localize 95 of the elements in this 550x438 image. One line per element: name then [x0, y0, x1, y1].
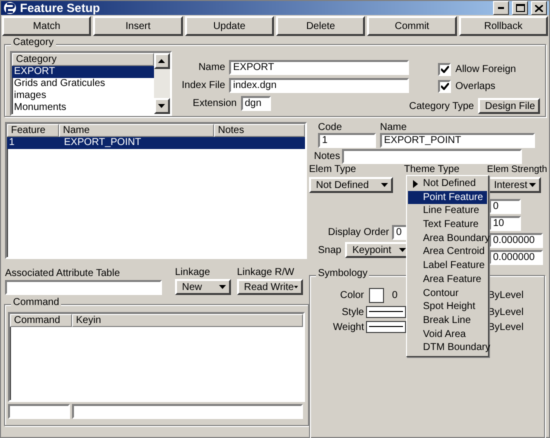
column-header: Keyin — [72, 314, 303, 327]
column-header: Category — [12, 53, 154, 66]
down-arrow-icon — [219, 285, 226, 289]
category-type-dropdown[interactable]: Design File — [478, 98, 540, 114]
field-label: Index File — [182, 80, 226, 91]
field-label: Snap — [318, 244, 342, 256]
line-style-icon — [369, 311, 403, 313]
field-label: Name — [380, 122, 408, 133]
list-item[interactable]: Monuments — [12, 102, 154, 114]
field-label: Display Order — [328, 227, 390, 238]
checkbox-label: Allow Foreign — [455, 64, 516, 75]
down-arrow-icon — [381, 183, 388, 187]
window-title: Feature Setup — [20, 1, 102, 15]
name-field[interactable]: EXPORT — [229, 60, 410, 75]
value-field[interactable]: 0.000000 — [489, 250, 543, 265]
field-label: Category Type — [409, 100, 474, 112]
index-file-field[interactable]: index.dgn — [229, 78, 410, 93]
field-label: Associated Attribute Table — [5, 268, 121, 279]
menu-item[interactable]: Area Feature — [408, 272, 487, 286]
column-header: Feature — [7, 124, 59, 137]
linkage-dropdown[interactable]: New — [175, 279, 231, 295]
color-value: 0 — [392, 290, 398, 301]
down-arrow-icon — [294, 285, 298, 289]
minimize-icon — [498, 7, 504, 9]
field-label: Linkage — [175, 267, 212, 278]
value-field[interactable]: 0.000000 — [489, 233, 543, 248]
field-label: Name — [198, 62, 226, 73]
notes-field[interactable] — [342, 149, 522, 164]
field-label: Extension — [192, 98, 237, 109]
checkbox[interactable] — [438, 63, 452, 76]
checkmark-icon — [440, 66, 449, 73]
table-row[interactable]: 1 EXPORT_POINT — [7, 137, 305, 149]
checkbox-label: Overlaps — [455, 81, 496, 92]
field-label: Color — [339, 290, 364, 301]
menu-item[interactable]: Contour — [408, 286, 487, 300]
menu-item[interactable]: Void Area — [408, 328, 487, 342]
list-item[interactable]: images — [12, 90, 154, 102]
value-field[interactable]: 0 — [489, 199, 521, 214]
menu-item[interactable]: Line Feature — [408, 204, 487, 218]
toolbar-button[interactable]: Insert — [93, 16, 183, 36]
field-label: Elem Strength — [487, 164, 547, 175]
group-label: Symbology — [316, 268, 370, 279]
feature-name-field[interactable]: EXPORT_POINT — [380, 133, 535, 148]
field-label: Style — [340, 306, 364, 318]
group-label: Command — [11, 297, 62, 308]
table-cell-text: EXPORT_POINT — [63, 137, 142, 149]
command-field[interactable] — [8, 404, 70, 419]
menu-item[interactable]: Not Defined — [408, 177, 487, 191]
style-field[interactable] — [366, 306, 406, 318]
maximize-button[interactable] — [512, 1, 528, 15]
field-label: Weight — [332, 322, 364, 332]
minimize-button[interactable] — [493, 1, 509, 15]
linkage-rw-dropdown[interactable]: Read Write — [237, 279, 303, 295]
group-label: Category — [11, 37, 56, 48]
value-field[interactable]: 10 — [489, 216, 521, 231]
menu-item[interactable]: Spot Height — [408, 300, 487, 314]
weight-field[interactable] — [366, 321, 406, 333]
field-label: Linkage R/W — [237, 267, 296, 278]
elem-strength-dropdown[interactable]: Interest — [487, 177, 541, 193]
table-cell-text: 1 — [8, 137, 16, 149]
down-arrow-icon — [158, 104, 166, 108]
toolbar-button[interactable]: Update — [184, 16, 274, 36]
menu-item[interactable]: Break Line — [408, 314, 487, 328]
app-logo-icon — [3, 1, 17, 15]
toolbar-button[interactable]: Match — [2, 16, 92, 36]
toolbar-button[interactable]: Rollback — [458, 16, 548, 36]
column-header: Notes — [214, 124, 305, 137]
menu-item[interactable]: Label Feature — [408, 259, 487, 273]
color-swatch[interactable] — [369, 288, 384, 303]
field-label: Code — [318, 122, 343, 133]
column-header: Command — [10, 314, 72, 327]
extension-field[interactable]: dgn — [240, 96, 271, 111]
up-arrow-icon — [158, 59, 166, 63]
list-item[interactable]: EXPORT — [12, 66, 154, 78]
menu-item[interactable]: Point Feature — [408, 190, 487, 204]
checkmark-icon — [440, 83, 449, 90]
keyin-field[interactable] — [72, 404, 303, 419]
close-button[interactable] — [531, 1, 547, 15]
close-icon — [535, 4, 543, 12]
field-label: Elem Type — [309, 164, 358, 175]
code-field[interactable]: 1 — [318, 133, 376, 148]
field-label: Notes — [314, 151, 340, 162]
scrollbar[interactable] — [154, 53, 170, 114]
down-arrow-icon — [399, 248, 406, 252]
field-label: Theme Type — [404, 164, 460, 175]
toolbar-button[interactable]: Delete — [276, 16, 366, 36]
attribute-table-field[interactable] — [5, 280, 162, 295]
list-item[interactable]: Grids and Graticules — [12, 78, 154, 90]
column-header: Name — [59, 124, 214, 137]
toolbar-button[interactable]: Commit — [367, 16, 457, 36]
down-arrow-icon — [529, 183, 536, 187]
checkbox[interactable] — [438, 80, 452, 93]
line-weight-icon — [369, 326, 403, 328]
maximize-icon — [516, 4, 524, 12]
elem-type-dropdown[interactable]: Not Defined — [309, 177, 393, 193]
